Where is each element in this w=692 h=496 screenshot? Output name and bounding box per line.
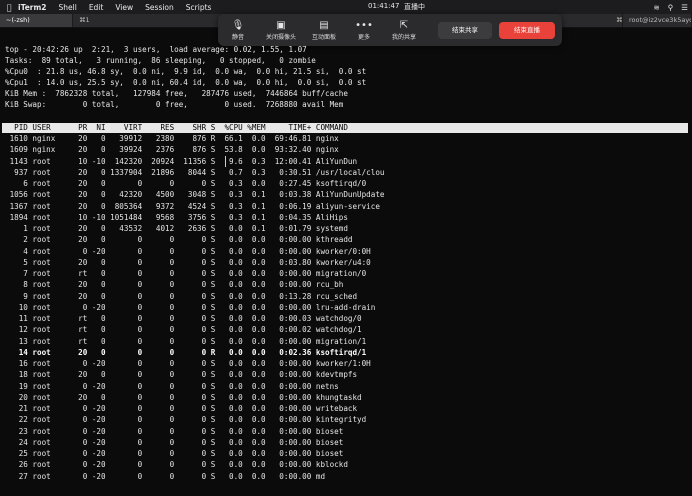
top-uptime-line: top - 20:42:26 up 2:21, 3 users, load av… <box>5 45 307 54</box>
swap-line: KiB Swap: 0 total, 0 free, 0 used. 72688… <box>5 100 344 109</box>
table-row: 6 root 20 0 0 0 0 S 0.3 0.0 0:27.45 ksof… <box>5 179 367 188</box>
table-row: 1143 root 10 -10 142320 20924 11356 S 9.… <box>5 156 358 166</box>
table-row: 7 root rt 0 0 0 0 S 0.0 0.0 0:00.00 migr… <box>5 269 367 278</box>
menu-session[interactable]: Session <box>145 3 174 12</box>
share-label: 我的共享 <box>391 33 416 41</box>
table-row: 1 root 20 0 43532 4012 2636 S 0.0 0.1 0:… <box>5 224 348 233</box>
table-row: 23 root 0 -20 0 0 0 S 0.0 0.0 0:00.00 bi… <box>5 426 344 436</box>
table-row: 1609 nginx 20 0 39924 2376 876 S 53.8 0.… <box>5 145 339 155</box>
table-row: 4 root 0 -20 0 0 0 S 0.0 0.0 0:00.00 kwo… <box>5 246 371 256</box>
text-cursor <box>225 156 226 167</box>
table-row: 937 root 20 0 1337904 21896 8044 S 0.7 0… <box>5 167 385 177</box>
table-row: 21 root 0 -20 0 0 0 S 0.0 0.0 0:00.00 wr… <box>5 404 358 413</box>
camera-icon: ▣ <box>276 19 286 31</box>
microphone-icon: 🎙 <box>231 19 245 31</box>
end-share-button[interactable]: 结束共享 <box>438 22 492 39</box>
camera-button[interactable]: ▣ 关闭摄像头 <box>258 20 304 41</box>
table-row: 13 root rt 0 0 0 0 S 0.0 0.0 0:00.00 mig… <box>5 336 367 346</box>
cpu0-line: %Cpu0 : 21.8 us, 46.8 sy, 0.0 ni, 9.9 id… <box>5 67 367 76</box>
table-row: 1894 root 10 -10 1051484 9568 3756 S 0.3… <box>5 212 348 222</box>
table-row: 2 root 20 0 0 0 0 S 0.0 0.0 0:00.00 kthr… <box>5 235 353 245</box>
apple-icon[interactable]:  <box>0 3 18 12</box>
table-row: 1056 root 20 0 42320 4500 3048 S 0.3 0.1… <box>5 190 385 200</box>
live-status: 直播中 <box>404 3 425 11</box>
table-row: 1367 root 20 0 805364 9372 4524 S 0.3 0.… <box>5 201 380 211</box>
table-row: 14 root 20 0 0 0 0 R 0.0 0.0 0:02.36 kso… <box>5 347 367 357</box>
table-row: 27 root 0 -20 0 0 0 S 0.0 0.0 0:00.00 md <box>5 471 326 481</box>
table-row: 8 root 20 0 0 0 0 S 0.0 0.0 0:00.00 rcu_… <box>5 280 344 290</box>
mute-label: 静音 <box>231 33 244 41</box>
mute-button[interactable]: 🎙 静音 <box>218 20 258 41</box>
table-row: 26 root 0 -20 0 0 0 S 0.0 0.0 0:00.00 kb… <box>5 460 348 470</box>
wifi-icon[interactable]: ≋ <box>653 3 659 12</box>
table-row: 9 root 20 0 0 0 0 S 0.0 0.0 0:13.28 rcu_… <box>5 291 358 301</box>
table-row: 25 root 0 -20 0 0 0 S 0.0 0.0 0:00.00 bi… <box>5 449 344 458</box>
table-row: 20 root 20 0 0 0 0 S 0.0 0.0 0:00.00 khu… <box>5 392 362 402</box>
table-row: 19 root 0 -20 0 0 0 S 0.0 0.0 0:00.00 ne… <box>5 381 339 391</box>
menu-bar:  iTerm2 Shell Edit View Session Scripts… <box>0 0 692 14</box>
table-row: 16 root 0 -20 0 0 0 S 0.0 0.0 0:00.00 kw… <box>5 359 371 368</box>
menu-app-iterm2[interactable]: iTerm2 <box>18 3 47 12</box>
table-row: 12 root rt 0 0 0 0 S 0.0 0.0 0:00.02 wat… <box>5 325 362 335</box>
control-center-icon[interactable]: ☰ <box>681 3 688 12</box>
table-row: 11 root rt 0 0 0 0 S 0.0 0.0 0:00.03 wat… <box>5 314 362 323</box>
menu-view[interactable]: View <box>115 3 133 12</box>
end-live-button[interactable]: 结束直播 <box>499 22 555 39</box>
table-row: 18 root 20 0 0 0 0 S 0.0 0.0 0:00.00 kde… <box>5 370 358 380</box>
table-row: 10 root 0 -20 0 0 0 S 0.0 0.0 0:00.00 lr… <box>5 302 376 312</box>
live-clock: 01:41:47 <box>368 2 400 10</box>
tab-zsh[interactable]: ~(-zsh) <box>0 14 73 27</box>
interaction-panel-button[interactable]: ▤ 互动面板 <box>304 20 344 41</box>
process-table-header: PID USER PR NI VIRT RES SHR S %CPU %MEM … <box>5 123 348 132</box>
share-icon: ⇱ <box>399 19 409 31</box>
more-icon: ••• <box>355 19 373 31</box>
menu-shell[interactable]: Shell <box>59 3 77 12</box>
cpu1-line: %Cpu1 : 14.0 us, 25.5 sy, 0.0 ni, 60.4 i… <box>5 78 367 87</box>
more-button[interactable]: ••• 更多 <box>344 20 384 41</box>
menu-edit[interactable]: Edit <box>89 3 104 12</box>
meeting-toolbar: 🎙 静音 ▣ 关闭摄像头 ▤ 互动面板 ••• 更多 ⇱ 我的共享 结束共享 结… <box>218 14 562 46</box>
table-row: 5 root 20 0 0 0 0 S 0.0 0.0 0:03.80 kwor… <box>5 257 371 267</box>
tab-ssh[interactable]: root@iz2vce3k5aycpn1x <box>623 14 692 27</box>
panel-icon: ▤ <box>319 19 329 31</box>
my-share-button[interactable]: ⇱ 我的共享 <box>384 20 424 41</box>
tab-2[interactable]: ⌘1 <box>73 14 236 27</box>
mem-line: KiB Mem : 7862328 total, 127984 free, 28… <box>5 89 348 98</box>
table-row: 1610 nginx 20 0 39912 2380 876 R 66.1 0.… <box>5 134 339 143</box>
panel-label: 互动面板 <box>311 33 336 41</box>
camera-label: 关闭摄像头 <box>265 33 296 41</box>
table-row: 24 root 0 -20 0 0 0 S 0.0 0.0 0:00.00 bi… <box>5 437 344 447</box>
more-label: 更多 <box>357 33 370 41</box>
terminal-output[interactable]: top - 20:42:26 up 2:21, 3 users, load av… <box>2 44 690 496</box>
table-row: 22 root 0 -20 0 0 0 S 0.0 0.0 0:00.00 ki… <box>5 415 367 425</box>
tasks-line: Tasks: 89 total, 3 running, 86 sleeping,… <box>5 56 316 65</box>
menu-scripts[interactable]: Scripts <box>186 3 212 12</box>
search-icon[interactable]: ⚲ <box>668 3 674 12</box>
